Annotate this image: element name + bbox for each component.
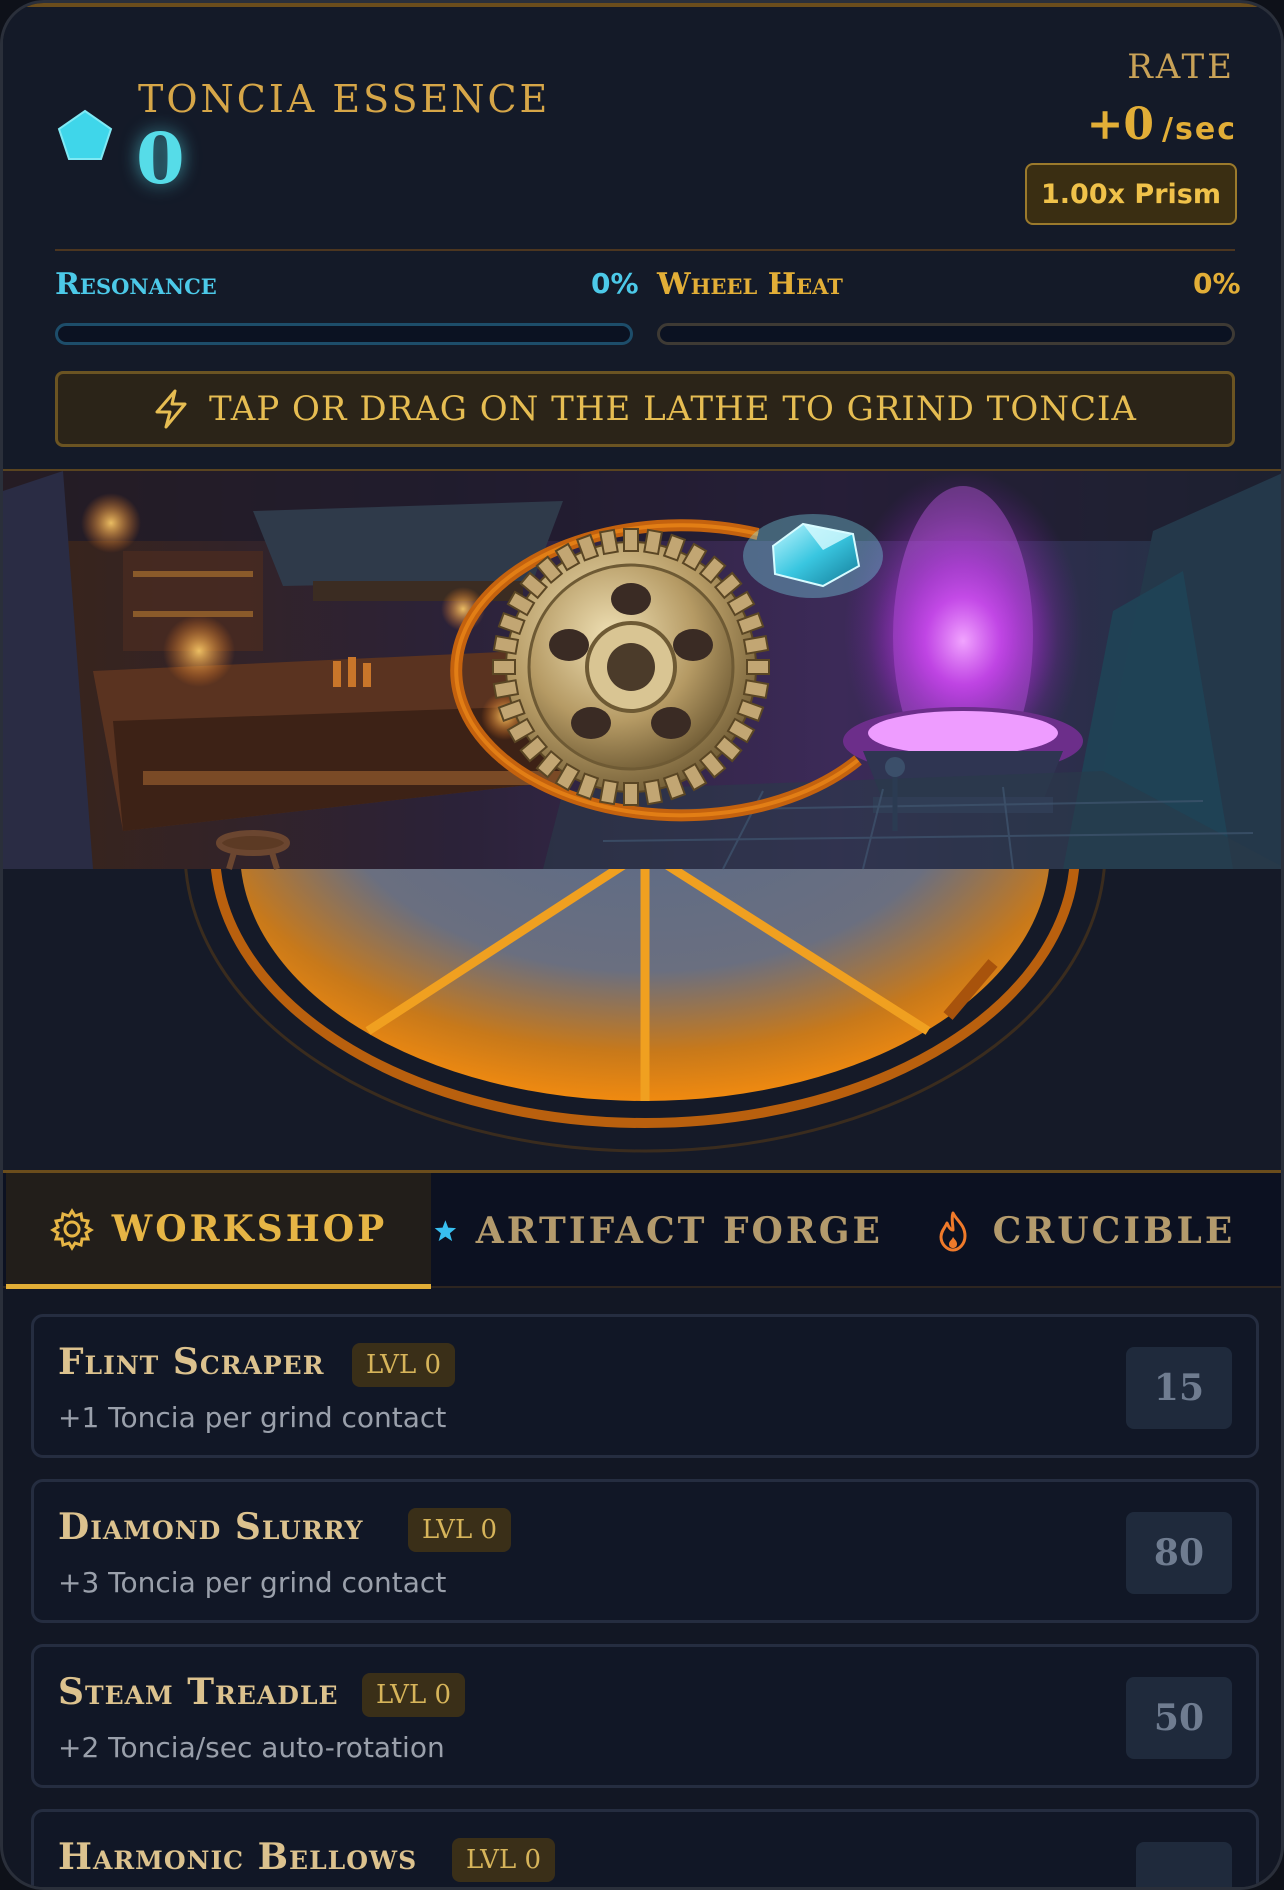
lathe-scene-art: [3, 471, 1281, 1171]
game-frame: TONCIA ESSENCE 0 RATE +0/sec 1.00x Prism…: [0, 0, 1284, 1890]
rate-unit: /sec: [1162, 112, 1237, 147]
rate-readout: +0/sec: [1087, 99, 1237, 150]
level-badge: LVL 0: [352, 1343, 456, 1387]
upgrade-list: Flint Scraper LVL 0 +1 Toncia per grind …: [3, 1288, 1281, 1887]
grind-hint-banner: TAP OR DRAG ON THE LATHE TO GRIND TONCIA: [55, 371, 1235, 447]
upgrade-description: +3 Toncia per grind contact: [58, 1566, 447, 1599]
upgrade-name: Flint Scraper: [58, 1341, 325, 1383]
upgrade-card-steam-treadle[interactable]: Steam Treadle LVL 0 +2 Toncia/sec auto-r…: [31, 1644, 1259, 1788]
level-badge: LVL 0: [452, 1838, 556, 1882]
upgrade-name: Harmonic Bellows: [58, 1836, 418, 1878]
rate-label: RATE: [1127, 47, 1235, 87]
upgrade-card-harmonic-bellows[interactable]: Harmonic Bellows LVL 0: [31, 1809, 1259, 1887]
upgrade-name: Diamond Slurry: [58, 1506, 364, 1548]
lathe-scene[interactable]: [3, 471, 1281, 1171]
header-divider: [55, 249, 1235, 251]
wheel-heat-meter: [657, 323, 1235, 345]
resonance-meter: [55, 323, 633, 345]
resonance-percent: 0%: [591, 267, 639, 300]
gear-icon: [49, 1207, 94, 1251]
prism-multiplier-badge: 1.00x Prism: [1025, 163, 1237, 225]
gem-icon: [57, 109, 113, 160]
upgrade-description: +2 Toncia/sec auto-rotation: [58, 1731, 445, 1764]
rate-value: +0: [1086, 99, 1155, 150]
tab-crucible-label: CRUCIBLE: [992, 1210, 1236, 1252]
buy-button[interactable]: [1136, 1842, 1232, 1887]
tab-bar: WORKSHOP ARTIFACT FORGE CRUCIBLE: [3, 1170, 1281, 1289]
upgrade-description: +1 Toncia per grind contact: [58, 1401, 447, 1434]
tab-workshop[interactable]: WORKSHOP: [6, 1173, 431, 1289]
star-icon: [434, 1220, 457, 1242]
upgrade-card-diamond-slurry[interactable]: Diamond Slurry LVL 0 +3 Toncia per grind…: [31, 1479, 1259, 1623]
buy-button[interactable]: 80: [1125, 1512, 1232, 1594]
level-badge: LVL 0: [362, 1673, 466, 1717]
resonance-label: Resonance: [55, 267, 217, 302]
buy-button[interactable]: 50: [1125, 1677, 1232, 1759]
upgrade-name: Steam Treadle: [58, 1671, 339, 1713]
lightning-icon: [155, 389, 187, 429]
tab-artifact-forge-label: ARTIFACT FORGE: [475, 1210, 883, 1252]
flame-icon: [939, 1211, 967, 1252]
tab-crucible[interactable]: CRUCIBLE: [883, 1173, 1281, 1289]
buy-button[interactable]: 15: [1125, 1347, 1232, 1429]
wheel-heat-percent: 0%: [1193, 267, 1241, 300]
upgrade-card-flint-scraper[interactable]: Flint Scraper LVL 0 +1 Toncia per grind …: [31, 1314, 1259, 1458]
level-badge: LVL 0: [408, 1508, 512, 1552]
grind-hint-text: TAP OR DRAG ON THE LATHE TO GRIND TONCIA: [208, 389, 1137, 429]
tab-artifact-forge[interactable]: ARTIFACT FORGE: [433, 1173, 883, 1289]
currency-value: 0: [136, 117, 185, 200]
resource-header: TONCIA ESSENCE 0 RATE +0/sec 1.00x Prism…: [3, 3, 1281, 471]
currency-name: TONCIA ESSENCE: [138, 77, 551, 121]
wheel-heat-label: Wheel Heat: [657, 267, 843, 302]
tab-workshop-label: WORKSHOP: [111, 1207, 388, 1250]
